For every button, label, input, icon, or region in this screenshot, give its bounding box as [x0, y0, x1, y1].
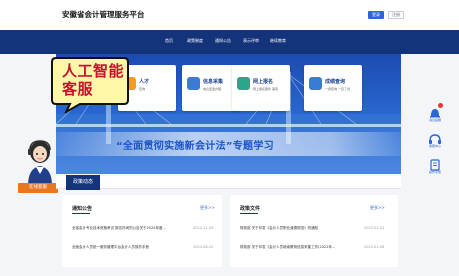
card-subtitle: 查询	[139, 87, 146, 91]
service-card-score-query[interactable]: 成绩查询 一键查询 一目了然	[304, 65, 362, 111]
chart-icon	[309, 77, 322, 90]
list-item[interactable]: 财政部 关于印发《会计人员继续教育信息采集工作(2022年...	[240, 245, 335, 250]
section-bar	[56, 176, 401, 189]
notification-badge	[438, 103, 443, 108]
message-reminder-button[interactable]: 消息提醒	[424, 103, 446, 128]
panel-title: 政策文件	[240, 206, 261, 212]
card-title: 网上报名	[253, 79, 274, 85]
title-underline	[240, 213, 258, 214]
ai-assistant-text[interactable]: 人工智能客服	[62, 62, 130, 98]
list-item-date: 2023-01-01	[364, 226, 385, 230]
list-item-date: 2023-01-06	[364, 245, 385, 249]
sidebar-label: 消息提醒	[428, 118, 441, 122]
title-underline	[72, 213, 90, 214]
more-link[interactable]: 更多>>	[370, 205, 385, 211]
card-subtitle: 信息变更办理	[203, 87, 222, 91]
id-card-icon	[187, 77, 200, 90]
nav-item-review[interactable]: 表示评审	[243, 38, 259, 44]
form-icon	[237, 77, 250, 90]
nav-item-home[interactable]: 首页	[165, 38, 173, 44]
slogan-banner-link[interactable]: “全面贯彻实施新会计法”专题学习	[116, 137, 274, 152]
nav-item-policy[interactable]: 政策制度	[187, 38, 203, 44]
list-item[interactable]: 全省会计专业技术资格考试 报名时间的公告关于2025年度...	[72, 226, 166, 231]
top-bar: 安徽省会计管理服务平台 登录 注册	[0, 0, 459, 30]
card-title: 信息采集	[203, 79, 224, 85]
service-center-button[interactable]: 客服中心	[424, 130, 446, 154]
main-nav: 首页 政策制度 通知公告 表示评审 继续教育	[0, 30, 459, 54]
card-title: 人才	[139, 79, 150, 85]
sidebar-label: 客服中心	[428, 144, 441, 148]
more-link[interactable]: 更多>>	[200, 205, 215, 211]
list-item-date: 2024-12-25	[193, 226, 214, 230]
manual-button[interactable]: 操作手册	[424, 156, 446, 180]
card-subtitle: 网上报名服务 事项	[253, 87, 278, 91]
tab-policy-news[interactable]: 政策动态	[66, 175, 100, 190]
service-card-registration[interactable]: 网上报名 网上报名服务 事项	[232, 65, 290, 111]
customer-service-avatar-icon[interactable]	[22, 138, 58, 186]
site-title: 安徽省会计管理服务平台	[62, 10, 145, 19]
sidebar-label: 操作手册	[428, 170, 441, 174]
floating-sidebar: 消息提醒 客服中心 操作手册	[422, 100, 447, 180]
online-service-label[interactable]: 在线客服	[18, 183, 58, 193]
nav-item-notices[interactable]: 通知公告	[215, 38, 231, 44]
list-item-date: 2024-08-15	[193, 245, 214, 249]
login-button[interactable]: 登录	[368, 11, 384, 19]
panel-title: 通知公告	[72, 206, 93, 212]
register-button[interactable]: 注册	[388, 11, 404, 19]
nav-item-education[interactable]: 继续教育	[270, 38, 286, 44]
list-item[interactable]: 财政部 关于印发《会计人员职业道德规范》的通知	[240, 226, 318, 231]
card-subtitle: 一键查询 一目了然	[325, 87, 350, 91]
notices-panel: 通知公告 更多>> 全省会计专业技术资格考试 报名时间的公告关于2025年度..…	[62, 195, 222, 267]
policies-panel: 政策文件 更多>> 财政部 关于印发《会计人员职业道德规范》的通知 2023-0…	[230, 195, 398, 267]
page: 安徽省会计管理服务平台 登录 注册 首页 政策制度 通知公告 表示评审 继续教育…	[0, 0, 459, 276]
card-title: 成绩查询	[325, 79, 346, 85]
list-item[interactable]: 全面会计人员统一服务管理平台会计人员操作手册	[72, 245, 149, 250]
